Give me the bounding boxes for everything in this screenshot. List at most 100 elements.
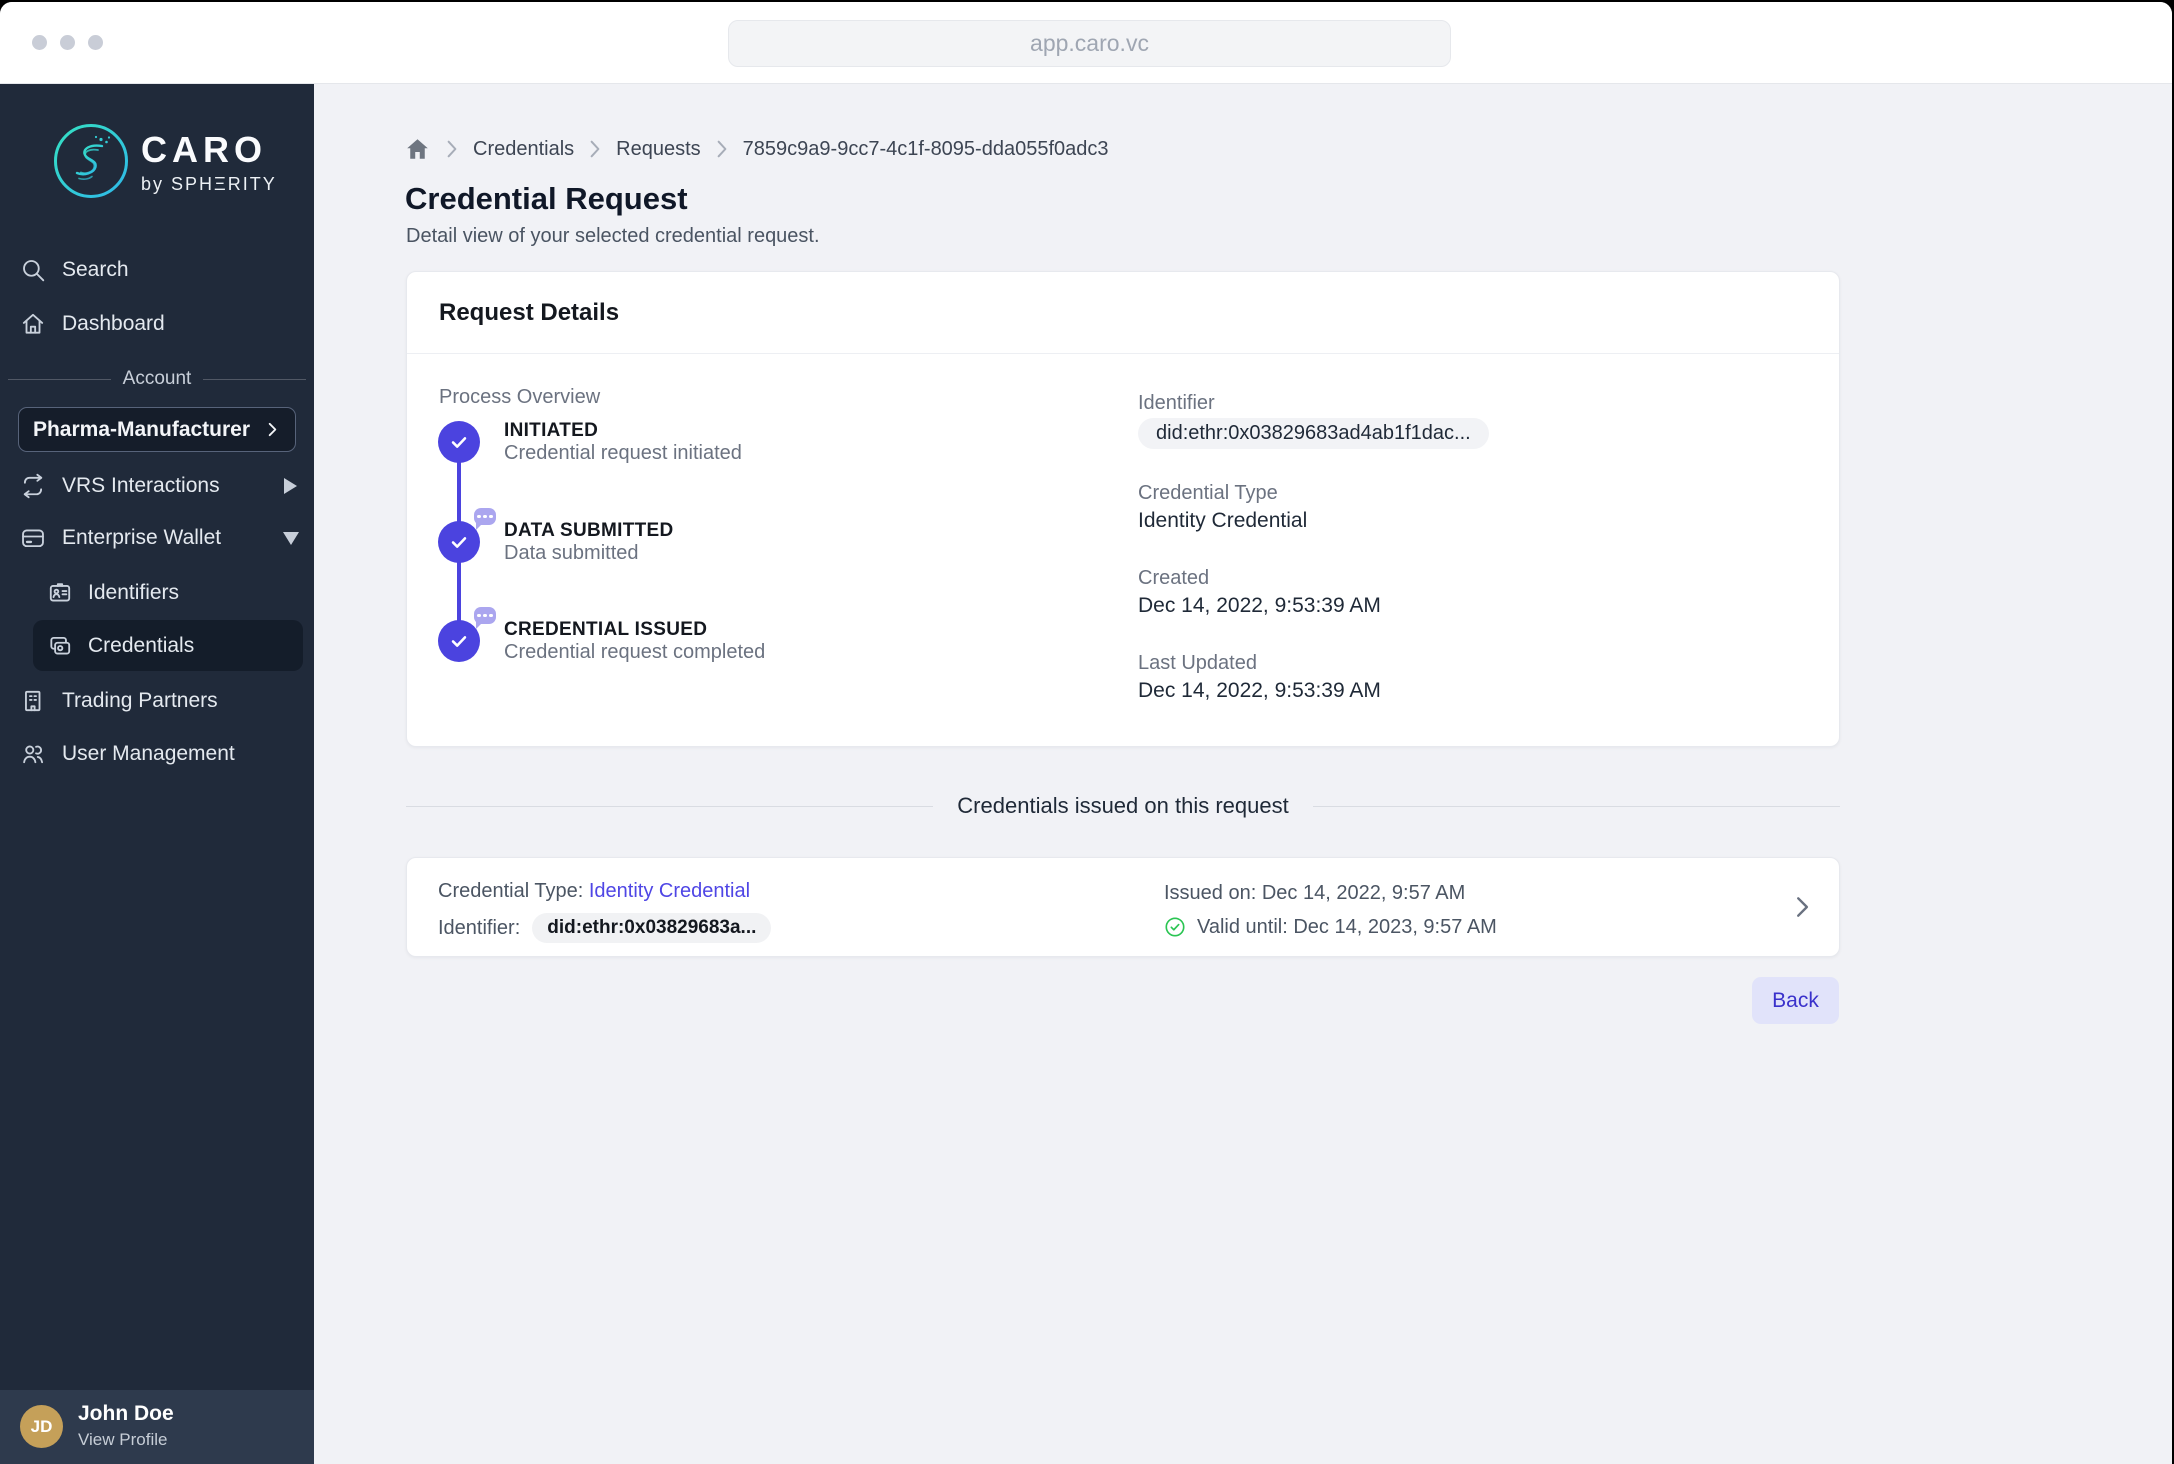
window-control-dot[interactable] [60, 35, 75, 50]
sidebar-item-label: Search [62, 258, 129, 281]
sidebar-item-vrs-interactions[interactable]: VRS Interactions [0, 469, 314, 503]
sidebar-item-user-management[interactable]: User Management [0, 737, 314, 771]
field-credential-type: Credential Type Identity Credential [1138, 481, 1489, 534]
field-value: Dec 14, 2022, 9:53:39 AM [1138, 594, 1381, 617]
expand-right-icon[interactable] [284, 478, 297, 494]
avatar[interactable]: JD [20, 1405, 63, 1448]
timeline-step-data-submitted: DATA SUBMITTED Data submitted [438, 508, 674, 564]
swap-arrows-icon [23, 473, 43, 499]
breadcrumb-home-icon[interactable] [404, 136, 431, 162]
step-check-icon [438, 607, 496, 662]
address-bar[interactable]: app.caro.vc [728, 20, 1451, 67]
field-identifier: Identifier did:ethr:0x03829683ad4ab1f1da… [1138, 391, 1489, 449]
breadcrumb-separator-icon [589, 140, 601, 158]
issued-credential-dates: Issued on: Dec 14, 2022, 9:57 AM Valid u… [1164, 881, 1497, 939]
chevron-right-icon[interactable] [1789, 894, 1815, 920]
breadcrumb-item-credentials[interactable]: Credentials [473, 138, 574, 161]
issued-credentials-divider: Credentials issued on this request [406, 793, 1841, 819]
issued-credential-card[interactable]: Credential Type: Identity Credential Ide… [406, 857, 1840, 957]
field-label: Credential Type [1138, 482, 1278, 504]
browser-chrome: app.caro.vc [0, 2, 2172, 84]
collapse-down-icon[interactable] [283, 531, 299, 545]
sidebar-item-label: Dashboard [62, 312, 165, 335]
back-button[interactable]: Back [1752, 977, 1839, 1024]
chat-bubble-icon [474, 508, 496, 530]
sidebar-item-search[interactable]: Search [0, 253, 314, 287]
step-description: Credential request completed [504, 640, 766, 663]
sidebar-item-trading-partners[interactable]: Trading Partners [0, 684, 314, 718]
issued-divider-title: Credentials issued on this request [957, 793, 1289, 818]
address-url: app.caro.vc [1030, 30, 1149, 56]
credential-type-label: Credential Type: [438, 880, 584, 902]
user-profile[interactable]: JD John Doe View Profile [0, 1390, 314, 1464]
account-switcher-button[interactable]: Pharma-Manufacturer [18, 407, 296, 452]
profile-name: John Doe [78, 1402, 174, 1425]
account-section-divider: Account [8, 368, 306, 390]
identifier-chip[interactable]: did:ethr:0x03829683ad4ab1f1dac... [1138, 418, 1489, 449]
window-control-dot[interactable] [88, 35, 103, 50]
view-profile-link[interactable]: View Profile [78, 1430, 167, 1450]
timeline-step-credential-issued: CREDENTIAL ISSUED Credential request com… [438, 607, 766, 663]
field-created: Created Dec 14, 2022, 9:53:39 AM [1138, 566, 1489, 619]
sidebar-item-label: Identifiers [88, 581, 180, 604]
home-icon [22, 313, 44, 334]
step-description: Data submitted [504, 541, 639, 564]
browser-window: app.caro.vc CARO by SPHΞRITY Search Dash… [0, 2, 2172, 1464]
sidebar-item-enterprise-wallet[interactable]: Enterprise Wallet [0, 521, 314, 555]
page-title: Credential Request [405, 181, 688, 216]
process-overview-label: Process Overview [439, 386, 601, 408]
field-value: Dec 14, 2022, 9:53:39 AM [1138, 679, 1381, 702]
brand-title: CARO [141, 129, 267, 170]
step-check-icon [438, 508, 496, 563]
field-value: Identity Credential [1138, 509, 1308, 532]
identifier-chip[interactable]: did:ethr:0x03829683a... [532, 913, 772, 943]
brand-byline: by SPHΞRITY [141, 174, 277, 194]
id-badge-icon [49, 583, 71, 602]
window-control-dot[interactable] [32, 35, 47, 50]
wallet-card-icon [22, 529, 44, 548]
sidebar-item-label: Trading Partners [62, 689, 218, 712]
sidebar-item-identifiers[interactable]: Identifiers [0, 576, 314, 610]
identifier-label: Identifier: [438, 917, 521, 939]
sidebar: CARO by SPHΞRITY Search Dashboard Accoun… [0, 84, 314, 1464]
caro-logo-icon [54, 124, 128, 198]
breadcrumb-item-requests[interactable]: Requests [616, 138, 701, 161]
issued-on-text: Issued on: Dec 14, 2022, 9:57 AM [1164, 882, 1466, 904]
field-label: Created [1138, 567, 1210, 589]
issued-credential-summary: Credential Type: Identity Credential Ide… [438, 879, 772, 943]
sidebar-item-label: Credentials [88, 634, 195, 657]
brand-wordmark: CARO by SPHΞRITY [141, 129, 277, 194]
breadcrumb-separator-icon [716, 140, 728, 158]
field-last-updated: Last Updated Dec 14, 2022, 9:53:39 AM [1138, 651, 1489, 704]
account-name: Pharma-Manufacturer [32, 417, 251, 441]
request-details-card: Request Details Process Overview INITIAT… [406, 271, 1840, 747]
timeline-step-initiated: INITIATED Credential request initiated [438, 419, 742, 464]
account-section-label: Account [122, 368, 192, 389]
step-title: INITIATED [504, 419, 599, 441]
step-title: CREDENTIAL ISSUED [504, 618, 708, 640]
breadcrumb-separator-icon [446, 140, 458, 158]
sidebar-item-label: User Management [62, 742, 235, 765]
step-title: DATA SUBMITTED [504, 519, 674, 541]
building-icon [25, 690, 41, 712]
search-icon [23, 260, 45, 282]
valid-check-icon [1165, 917, 1185, 937]
page-subtitle: Detail view of your selected credential … [406, 225, 820, 247]
step-check-icon [438, 421, 480, 463]
sidebar-item-credentials[interactable]: Credentials [0, 629, 314, 663]
chat-bubble-icon [474, 607, 496, 629]
breadcrumb: Credentials Requests 7859c9a9-9cc7-4c1f-… [404, 136, 1109, 162]
step-description: Credential request initiated [504, 441, 742, 464]
chevron-right-icon [268, 422, 277, 437]
sidebar-item-label: Enterprise Wallet [62, 526, 222, 549]
process-timeline: INITIATED Credential request initiated D… [438, 419, 1098, 671]
request-fields: Identifier did:ethr:0x03829683ad4ab1f1da… [1138, 391, 1489, 736]
users-icon [23, 745, 44, 764]
sidebar-item-dashboard[interactable]: Dashboard [0, 307, 314, 341]
credentials-cards-icon [50, 636, 71, 655]
credential-type-link[interactable]: Identity Credential [589, 880, 750, 902]
card-header: Request Details [407, 272, 1839, 354]
valid-until-text: Valid until: Dec 14, 2023, 9:57 AM [1197, 916, 1497, 938]
field-label: Last Updated [1138, 652, 1257, 674]
main-content: Credentials Requests 7859c9a9-9cc7-4c1f-… [314, 84, 2172, 1464]
